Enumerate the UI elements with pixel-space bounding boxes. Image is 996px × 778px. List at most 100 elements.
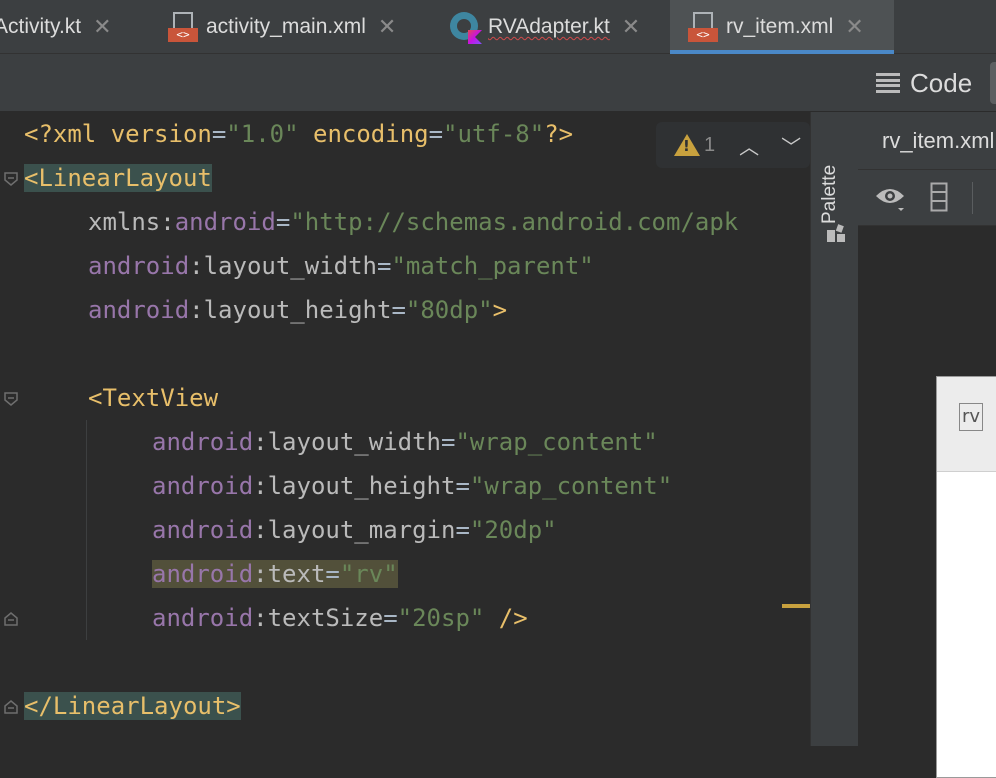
fold-icon[interactable] xyxy=(4,392,18,406)
code-lines-icon xyxy=(876,73,900,93)
warning-icon xyxy=(674,134,700,156)
eye-icon[interactable] xyxy=(874,184,906,217)
code-token: "utf-8" xyxy=(443,120,545,148)
code-token: android xyxy=(174,208,276,236)
design-canvas[interactable]: rv xyxy=(858,226,996,778)
close-icon[interactable]: ✕ xyxy=(378,14,396,40)
code-editor[interactable]: <?xml version="1.0" encoding="utf-8"?> 1… xyxy=(0,112,810,746)
code-token: = xyxy=(441,428,456,456)
xml-file-icon: <> xyxy=(168,12,198,42)
code-token: :layout_height xyxy=(253,472,456,500)
code-line: <LinearLayout xyxy=(24,156,212,200)
code-token: xmlns: xyxy=(88,208,175,236)
tab-label: activity_main.xml xyxy=(206,15,366,38)
chevron-down-icon[interactable]: ﹀ xyxy=(781,131,801,160)
code-line: android:layout_margin="20dp" xyxy=(152,508,557,552)
xml-file-icon: <> xyxy=(688,12,718,42)
xml-decl-start: <?xml version xyxy=(24,120,212,148)
indent-guide xyxy=(86,420,87,640)
tab-label: rv_item.xml xyxy=(726,15,834,38)
code-token: > xyxy=(492,296,508,324)
preview-textview[interactable]: rv xyxy=(959,403,984,431)
palette-label: Palette xyxy=(819,164,840,224)
code-token: "http://schemas.android.com/apk xyxy=(290,208,739,236)
blueprint-icon[interactable] xyxy=(930,182,948,217)
warning-marker[interactable] xyxy=(782,604,810,608)
code-view-label: Code xyxy=(910,67,973,98)
code-token: :text xyxy=(253,560,326,588)
code-token: = xyxy=(377,252,392,280)
code-line: xmlns:android="http://schemas.android.co… xyxy=(88,200,738,244)
preview-item[interactable]: rv xyxy=(937,377,996,472)
code-token: "wrap_content" xyxy=(469,472,673,500)
code-token: /> xyxy=(484,604,528,632)
design-toolbar xyxy=(858,170,996,226)
code-token: </LinearLayout> xyxy=(24,692,241,720)
code-token: encoding xyxy=(298,120,429,148)
code-line-highlighted: android:text="rv" xyxy=(152,552,398,596)
code-token: <LinearLayout xyxy=(24,164,212,192)
code-token: :layout_width xyxy=(189,252,377,280)
chevron-up-icon[interactable]: ︿ xyxy=(739,131,759,160)
toolbar-divider xyxy=(972,182,973,214)
code-line: android:layout_width="wrap_content" xyxy=(152,420,658,464)
code-token: "rv" xyxy=(339,560,398,588)
code-view-button[interactable]: Code xyxy=(876,54,972,112)
code-token: = xyxy=(455,472,470,500)
code-line: android:layout_height="80dp"> xyxy=(88,288,507,332)
code-token: = xyxy=(275,208,291,236)
code-token: = xyxy=(211,120,227,148)
warning-count: 1 xyxy=(704,133,716,156)
code-token: "wrap_content" xyxy=(455,428,658,456)
tab-rv-item[interactable]: <> rv_item.xml ✕ xyxy=(670,0,894,54)
kotlin-file-icon xyxy=(450,12,482,44)
code-token: :textSize xyxy=(253,604,384,632)
editor-toolbar: Code xyxy=(0,54,996,112)
code-token: = xyxy=(325,560,340,588)
code-token: "1.0" xyxy=(226,120,299,148)
code-token: "20dp" xyxy=(469,516,557,544)
tab-label: Activity.kt xyxy=(0,15,82,38)
code-token: android xyxy=(152,560,254,588)
code-token: = xyxy=(391,296,406,324)
split-view-button[interactable] xyxy=(990,62,996,104)
code-token: ?> xyxy=(544,120,574,148)
code-token: "80dp" xyxy=(405,296,493,324)
close-icon[interactable]: ✕ xyxy=(845,14,863,40)
layout-preview[interactable]: rv xyxy=(936,376,996,778)
code-token: android xyxy=(152,516,254,544)
code-token: "20sp" xyxy=(397,604,485,632)
code-line: android:layout_height="wrap_content" xyxy=(152,464,672,508)
code-token: android xyxy=(88,296,190,324)
code-token: :layout_margin xyxy=(253,516,456,544)
code-token: android xyxy=(88,252,190,280)
palette-tool-window[interactable]: Palette xyxy=(810,112,858,746)
code-line: </LinearLayout> xyxy=(24,684,241,728)
fold-icon[interactable] xyxy=(4,172,18,186)
code-token: = xyxy=(455,516,470,544)
code-token: android xyxy=(152,428,254,456)
close-icon[interactable]: ✕ xyxy=(622,14,640,40)
code-token: "match_parent" xyxy=(391,252,594,280)
code-line: android:layout_width="match_parent" xyxy=(88,244,594,288)
code-line: <TextView xyxy=(88,376,218,420)
design-header: rv_item.xml xyxy=(858,112,996,170)
design-file-title[interactable]: rv_item.xml xyxy=(882,112,994,170)
close-icon[interactable]: ✕ xyxy=(93,14,111,40)
tab-label: RVAdapter.kt xyxy=(488,15,610,38)
tab-mainactivity[interactable]: Activity.kt ✕ xyxy=(0,0,112,54)
code-line: android:textSize="20sp" /> xyxy=(152,596,528,640)
code-token: :layout_height xyxy=(189,296,392,324)
fold-icon[interactable] xyxy=(4,700,18,714)
code-token: = xyxy=(428,120,444,148)
code-token: <TextView xyxy=(88,384,219,412)
editor-tab-bar: Activity.kt ✕ <> activity_main.xml ✕ RVA… xyxy=(0,0,996,54)
palette-icon xyxy=(825,222,847,244)
code-token: android xyxy=(152,604,254,632)
inspection-widget[interactable]: 1 ︿ ﹀ xyxy=(656,122,810,168)
code-token: = xyxy=(383,604,398,632)
code-token: :layout_width xyxy=(253,428,441,456)
fold-icon[interactable] xyxy=(4,612,18,626)
tab-rvadapter[interactable]: RVAdapter.kt ✕ xyxy=(450,0,640,54)
tab-activity-main[interactable]: <> activity_main.xml ✕ xyxy=(168,0,396,54)
